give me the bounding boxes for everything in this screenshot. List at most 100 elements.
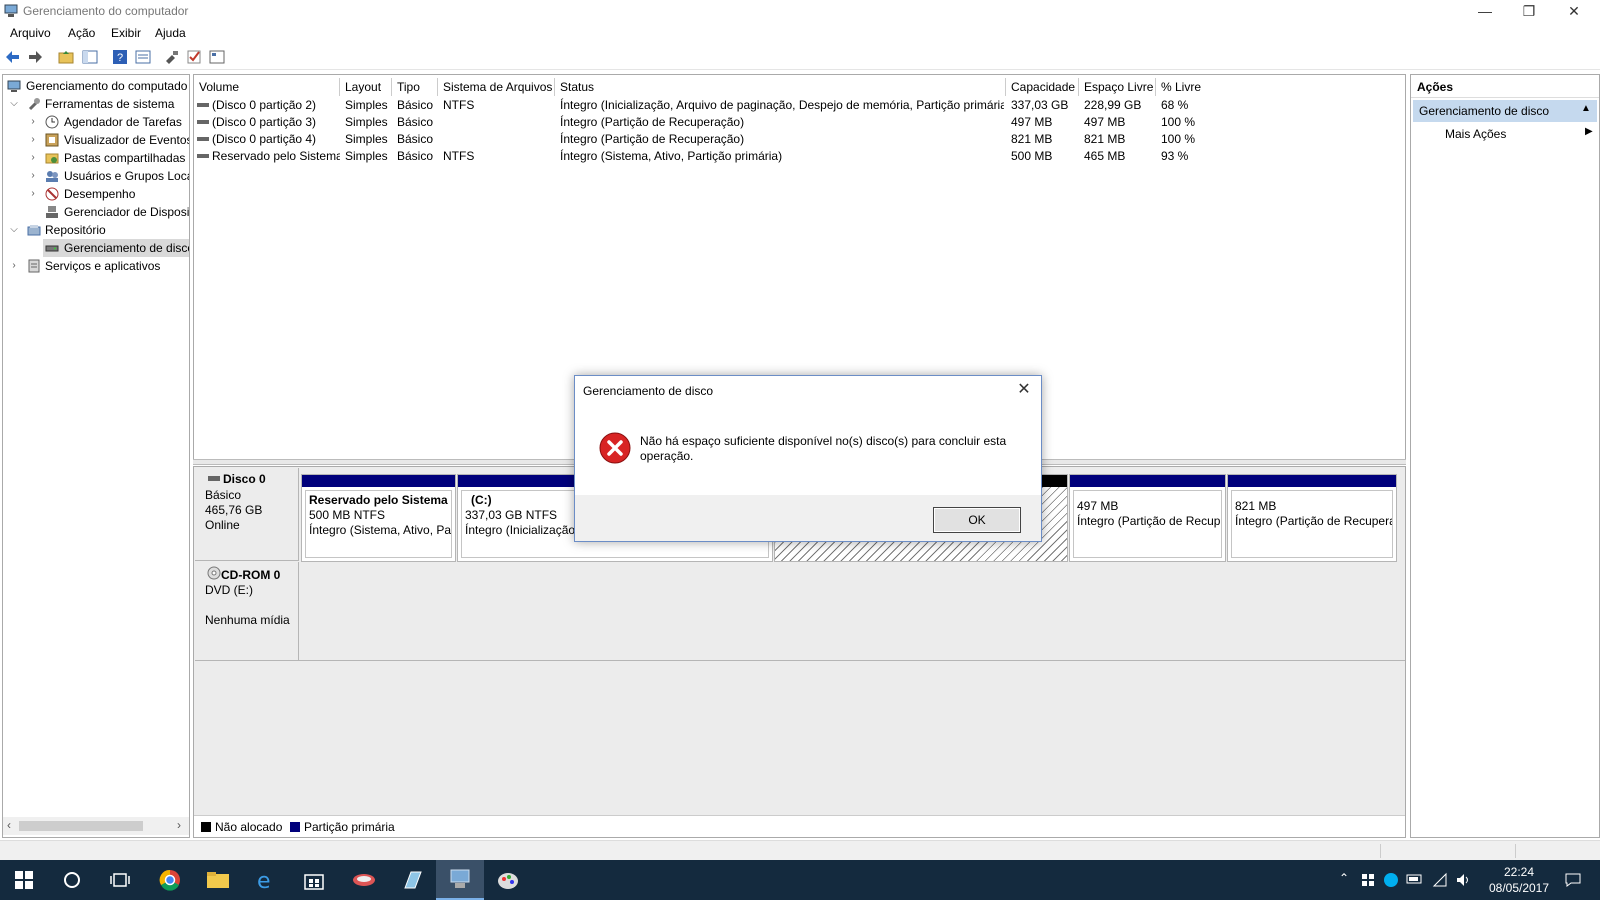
column-capacity[interactable]: Capacidade: [1006, 78, 1079, 96]
clock-time: 22:24: [1503, 865, 1535, 879]
properties-icon[interactable]: [135, 49, 151, 65]
scroll-right-icon[interactable]: ›: [177, 818, 181, 832]
tree-item-system-tools[interactable]: ⌵ Ferramentas de sistema: [3, 95, 189, 113]
column-volume[interactable]: Volume: [194, 78, 340, 96]
taskbar-app-2[interactable]: [388, 860, 436, 900]
forward-icon[interactable]: [27, 49, 43, 65]
paint-icon: [498, 873, 518, 889]
taskbar-store[interactable]: [290, 860, 338, 900]
tree-item-device-manager[interactable]: Gerenciador de Disposit: [3, 203, 189, 221]
task-view-button[interactable]: [96, 860, 144, 900]
connect-icon[interactable]: [164, 49, 180, 65]
column-status[interactable]: Status: [555, 78, 1006, 96]
status-bar: [0, 840, 1600, 861]
network-shield-icon[interactable]: [1360, 872, 1376, 888]
cd-rom-icon: [207, 566, 221, 580]
chevron-right-icon[interactable]: ›: [28, 167, 38, 185]
tree-item-disk-management[interactable]: Gerenciamento de disco: [43, 239, 189, 257]
column-type[interactable]: Tipo: [392, 78, 438, 96]
taskbar-file-explorer[interactable]: [194, 860, 242, 900]
menu-exibir[interactable]: Exibir: [111, 26, 141, 40]
submenu-arrow-icon: ▶: [1585, 126, 1593, 137]
table-row[interactable]: (Disco 0 partição 4) Simples Básico Ínte…: [194, 131, 1386, 148]
column-free-space[interactable]: Espaço Livre: [1079, 78, 1156, 96]
chevron-down-icon[interactable]: ⌵: [9, 221, 19, 239]
taskbar-paint[interactable]: [484, 860, 532, 900]
minimize-button[interactable]: —: [1463, 0, 1507, 24]
up-folder-icon[interactable]: [58, 49, 74, 65]
search-button[interactable]: [48, 860, 96, 900]
table-row[interactable]: Reservado pelo Sistema Simples Básico NT…: [194, 148, 1386, 165]
wifi-icon[interactable]: [1432, 872, 1448, 888]
console-tree: Gerenciamento do computado ⌵ Ferramentas…: [2, 74, 190, 838]
dialog-close-button[interactable]: ✕: [1013, 379, 1035, 401]
help-icon[interactable]: ?: [112, 49, 128, 65]
shared-folder-icon: [45, 153, 59, 164]
taskbar-chrome[interactable]: [146, 860, 194, 900]
partition-recovery-1[interactable]: 497 MB Íntegro (Partição de Recup: [1069, 474, 1226, 562]
chevron-right-icon[interactable]: ›: [28, 113, 38, 131]
tree-item-performance[interactable]: › Desempenho: [3, 185, 189, 203]
menu-ajuda[interactable]: Ajuda: [155, 26, 186, 40]
error-icon: [599, 432, 631, 464]
menu-arquivo[interactable]: Arquivo: [10, 26, 51, 40]
tree-item-computer-management[interactable]: Gerenciamento do computado: [3, 77, 189, 95]
taskbar-computer-management[interactable]: [436, 860, 484, 900]
column-filesystem[interactable]: Sistema de Arquivos: [438, 78, 555, 96]
column-percent-free[interactable]: % Livre: [1156, 78, 1386, 96]
menu-acao[interactable]: Ação: [68, 26, 95, 40]
back-icon[interactable]: [5, 49, 21, 65]
chevron-right-icon[interactable]: ›: [28, 185, 38, 203]
volume-icon: [197, 103, 209, 107]
column-layout[interactable]: Layout: [340, 78, 392, 96]
table-row[interactable]: (Disco 0 partição 3) Simples Básico Ínte…: [194, 114, 1386, 131]
actions-section-disk-management[interactable]: Gerenciamento de disco ▲: [1413, 100, 1597, 122]
tree-item-task-scheduler[interactable]: › Agendador de Tarefas: [3, 113, 189, 131]
store-icon: [304, 874, 324, 890]
ok-button[interactable]: OK: [933, 507, 1021, 533]
chevron-right-icon[interactable]: ›: [28, 149, 38, 167]
actions-pane: Ações Gerenciamento de disco ▲ Mais Açõe…: [1410, 74, 1600, 838]
view-icon[interactable]: [209, 49, 225, 65]
scrollbar-thumb[interactable]: [19, 821, 143, 831]
cdrom-area: [299, 562, 1405, 661]
tree-item-event-viewer[interactable]: › Visualizador de Eventos: [3, 131, 189, 149]
collapse-icon[interactable]: ▲: [1581, 103, 1591, 114]
chevron-down-icon[interactable]: ⌵: [9, 95, 19, 113]
action-more-actions[interactable]: Mais Ações ▶: [1413, 124, 1597, 144]
tree-item-local-users[interactable]: › Usuários e Grupos Loca: [3, 167, 189, 185]
disk0-label[interactable]: Disco 0 Básico 465,76 GB Online: [195, 468, 299, 561]
volume-icon[interactable]: [1455, 872, 1471, 888]
taskbar-edge[interactable]: e: [242, 860, 290, 900]
clock[interactable]: 22:24 08/05/2017: [1484, 864, 1554, 896]
tree-item-services-apps[interactable]: › Serviços e aplicativos: [3, 257, 189, 275]
notepad-icon: [404, 871, 422, 889]
skype-icon[interactable]: [1383, 872, 1399, 888]
chevron-right-icon[interactable]: ›: [9, 257, 19, 275]
clock-date: 08/05/2017: [1488, 881, 1550, 895]
check-icon[interactable]: [186, 49, 202, 65]
cdrom-label[interactable]: CD-ROM 0 DVD (E:) Nenhuma mídia: [195, 562, 299, 661]
disk-icon: [208, 476, 220, 481]
tree-horizontal-scrollbar[interactable]: ‹ ›: [3, 817, 189, 835]
partition-system-reserved[interactable]: Reservado pelo Sistema 500 MB NTFS Ínteg…: [301, 474, 456, 562]
table-row[interactable]: (Disco 0 partição 2) Simples Básico NTFS…: [194, 97, 1386, 114]
battery-icon[interactable]: [1406, 873, 1424, 885]
legend-primary: Partição primária: [304, 820, 395, 834]
error-dialog: Gerenciamento de disco ✕ Não há espaço s…: [574, 375, 1042, 542]
action-center-icon[interactable]: [1565, 872, 1581, 888]
scroll-left-icon[interactable]: ‹: [7, 818, 11, 832]
close-button[interactable]: ✕: [1552, 0, 1596, 24]
partition-recovery-2[interactable]: 821 MB Íntegro (Partição de Recupera: [1227, 474, 1397, 562]
tree-item-shared-folders[interactable]: › Pastas compartilhadas: [3, 149, 189, 167]
restore-button[interactable]: ❐: [1507, 0, 1551, 24]
window-title: Gerenciamento do computador: [23, 4, 189, 18]
computer-management-icon: [450, 869, 470, 888]
start-button[interactable]: [0, 860, 48, 900]
tree-item-storage[interactable]: ⌵ Repositório: [3, 221, 189, 239]
chevron-right-icon[interactable]: ›: [28, 131, 38, 149]
task-view-icon: [110, 873, 130, 887]
taskbar-app-1[interactable]: [340, 860, 388, 900]
show-hidden-icons-icon[interactable]: ⌃: [1339, 871, 1349, 885]
show-hide-tree-icon[interactable]: [82, 49, 98, 65]
